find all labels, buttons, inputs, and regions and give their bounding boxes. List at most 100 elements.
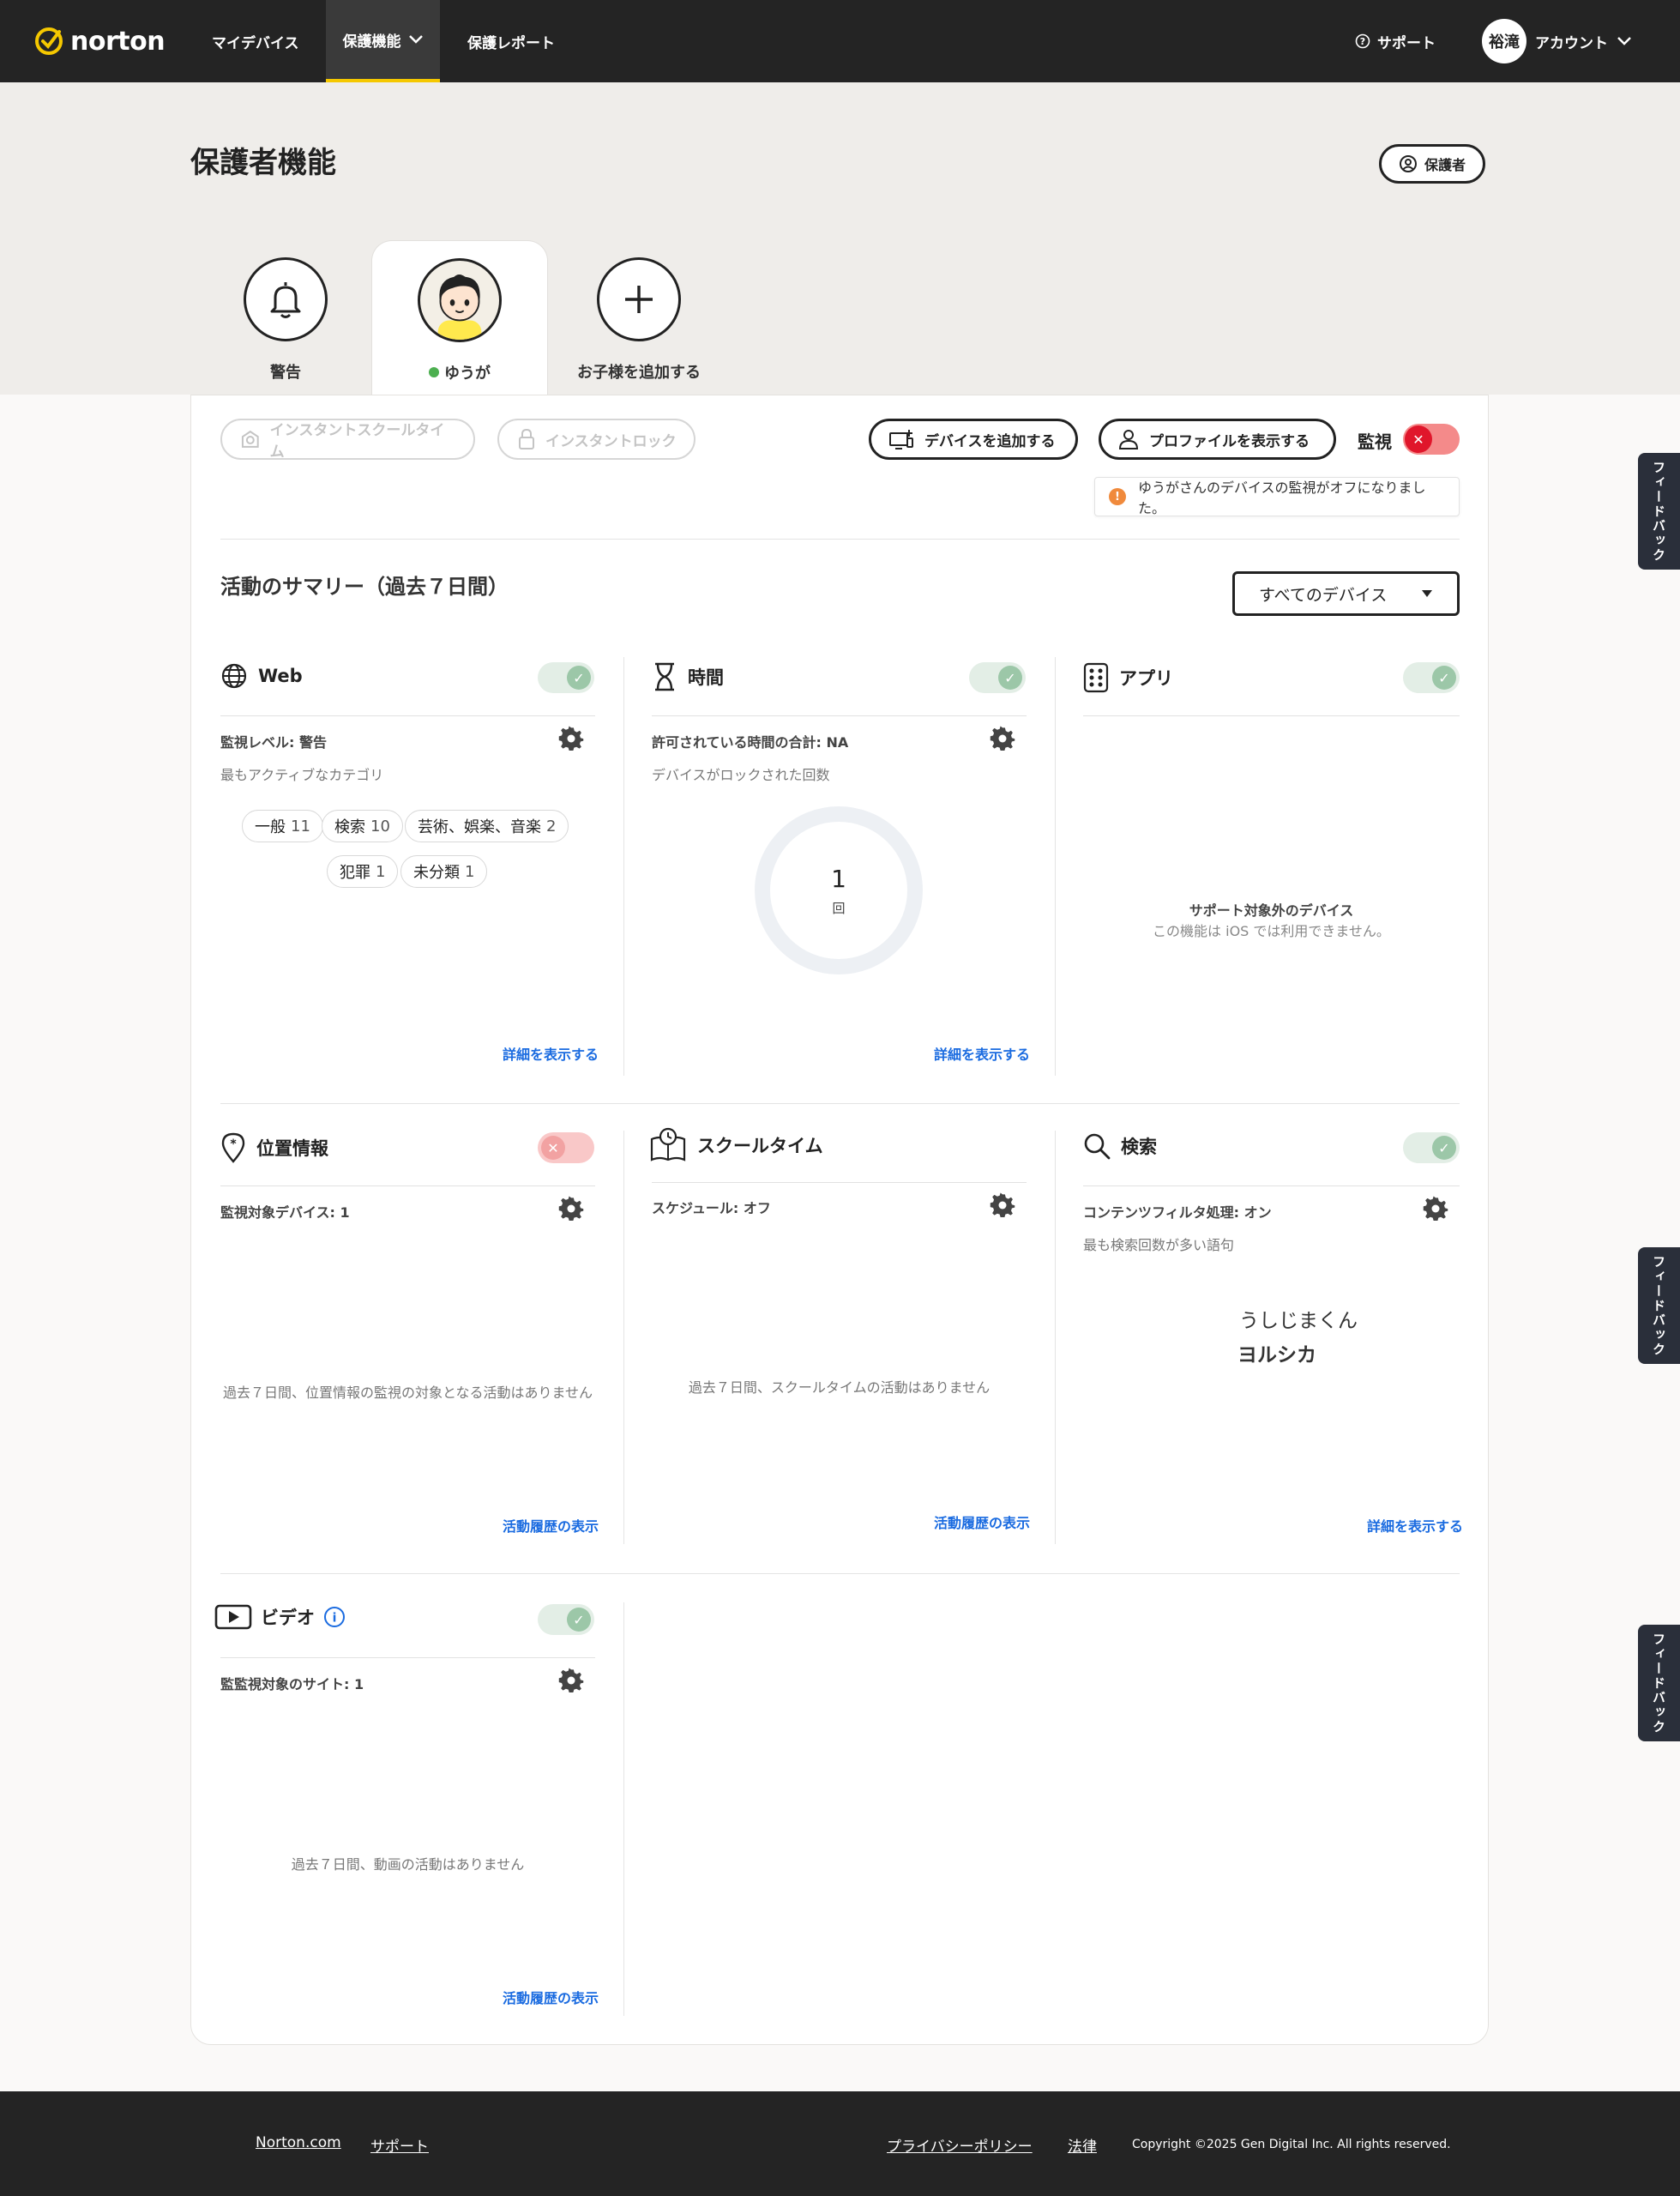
web-toggle[interactable]: ✓ (538, 662, 594, 693)
svg-text:?: ? (1360, 36, 1365, 47)
norton-logo[interactable]: norton (34, 24, 166, 58)
search-toggle[interactable]: ✓ (1403, 1132, 1460, 1163)
add-device-label: デバイスを追加する (924, 432, 1056, 450)
school-history-link[interactable]: 活動履歴の表示 (934, 1511, 1030, 1532)
instant-school-time-button[interactable]: インスタントスクールタイム (220, 419, 475, 461)
view-profile-button[interactable]: プロファイルを表示する (1099, 419, 1336, 460)
footer-link-privacy[interactable]: プライバシーポリシー (887, 2134, 1033, 2156)
check-icon: ✓ (567, 666, 591, 690)
add-device-button[interactable]: デバイスを追加する (869, 419, 1078, 460)
search-icon (1084, 1133, 1111, 1160)
divider (652, 715, 1027, 716)
gear-icon[interactable] (990, 1192, 1015, 1218)
instant-lock-label: インスタントロック (545, 432, 677, 450)
time-toggle[interactable]: ✓ (969, 662, 1026, 693)
time-details-link[interactable]: 詳細を表示する (934, 1043, 1030, 1064)
video-play-icon (214, 1604, 252, 1630)
web-category-chip: 芸術、娯楽、音楽 2 (405, 810, 569, 842)
web-category-chip: 検索 10 (322, 810, 403, 842)
time-allowed: 許可されている時間の合計: NA (652, 734, 849, 751)
location-toggle[interactable]: ✕ (538, 1132, 594, 1163)
search-filter: コンテンツフィルタ処理: オン (1083, 1204, 1272, 1221)
close-icon: ✕ (1405, 425, 1432, 453)
feedback-tab[interactable]: フィードバック (1638, 1247, 1680, 1364)
apps-title: アプリ (1119, 668, 1173, 689)
child-name: ゆうが (444, 365, 491, 383)
info-icon[interactable]: i (323, 1606, 346, 1628)
apps-card-title: アプリ (1083, 662, 1173, 693)
instant-school-time-label: インスタントスクールタイム (269, 422, 445, 461)
warning-text: ゆうがさんのデバイスの監視がオフになりました。 (1138, 480, 1426, 516)
web-details-link[interactable]: 詳細を表示する (503, 1043, 599, 1064)
footer-link-norton[interactable]: Norton.com (256, 2134, 341, 2151)
svg-text:i: i (333, 1612, 337, 1626)
norton-check-icon (35, 27, 63, 55)
location-history-link[interactable]: 活動履歴の表示 (503, 1515, 599, 1535)
nav-reports[interactable]: 保護レポート (467, 0, 555, 82)
divider (1083, 715, 1460, 716)
tab-alerts[interactable]: 警告 (200, 240, 371, 395)
footer-link-legal[interactable]: 法律 (1068, 2134, 1097, 2156)
device-filter-select[interactable]: すべてのデバイス (1232, 571, 1460, 616)
feedback-tab[interactable]: フィードバック (1638, 453, 1680, 570)
tab-child-yuga[interactable]: ゆうが (371, 240, 548, 395)
divider (652, 1182, 1027, 1183)
school-title: スクールタイム (697, 1136, 823, 1156)
time-title: 時間 (688, 667, 724, 688)
gear-icon[interactable] (1423, 1196, 1448, 1222)
school-empty: 過去７日間、スクールタイムの活動はありません (688, 1379, 991, 1396)
account-label: アカウント (1535, 34, 1608, 52)
tab-add-child[interactable]: お子様を追加する (553, 240, 725, 395)
video-toggle[interactable]: ✓ (538, 1604, 594, 1635)
gear-icon[interactable] (558, 726, 584, 751)
search-details-link[interactable]: 詳細を表示する (1367, 1515, 1463, 1535)
video-card-title: ビデオ i (214, 1604, 346, 1630)
divider (623, 1602, 624, 2016)
account-avatar: 裕滝 (1482, 19, 1526, 63)
close-icon: ✕ (541, 1136, 565, 1160)
nav-protection[interactable]: 保護機能 (326, 0, 440, 82)
add-device-icon (889, 430, 913, 449)
web-category-chip: 犯罪 1 (327, 855, 399, 888)
monitor-label: 監視 (1358, 431, 1392, 452)
chevron-down-icon (1617, 37, 1631, 45)
apps-unsupported-title: サポート対象外のデバイス (1189, 902, 1354, 919)
apps-toggle[interactable]: ✓ (1403, 662, 1460, 693)
video-empty: 過去７日間、動画の活動はありません (291, 1856, 525, 1873)
gear-icon[interactable] (558, 1668, 584, 1693)
hourglass-icon (655, 662, 674, 691)
video-history-link[interactable]: 活動履歴の表示 (503, 1987, 599, 2007)
divider (623, 657, 624, 1076)
nav-support-label: サポート (1377, 34, 1436, 52)
location-title: 位置情報 (256, 1138, 328, 1159)
search-term: うしじまくん (1239, 1310, 1358, 1332)
feedback-tab[interactable]: フィードバック (1638, 1625, 1680, 1741)
school-time-icon (241, 430, 259, 448)
add-child-circle (597, 257, 681, 341)
gear-icon[interactable] (990, 726, 1015, 751)
instant-lock-button[interactable]: インスタントロック (497, 419, 695, 460)
view-profile-label: プロファイルを表示する (1149, 432, 1310, 450)
footer-copyright: Copyright ©2025 Gen Digital Inc. All rig… (1132, 2138, 1451, 2151)
monitor-toggle[interactable]: ✕ (1403, 424, 1460, 455)
footer-link-support[interactable]: サポート (370, 2134, 429, 2156)
location-devices: 監視対象デバイス: 1 (220, 1204, 350, 1221)
alerts-circle (244, 257, 328, 341)
guardian-button[interactable]: 保護者 (1379, 144, 1485, 184)
web-title: Web (258, 666, 303, 686)
divider (220, 1103, 1460, 1104)
account-menu[interactable]: 裕滝 アカウント (1482, 0, 1632, 82)
add-child-label: お子様を追加する (577, 364, 701, 382)
globe-icon (221, 663, 247, 689)
nav-support[interactable]: ? サポート (1355, 0, 1436, 82)
main-card (190, 395, 1489, 2045)
divider (220, 1185, 595, 1186)
divider (220, 539, 1460, 540)
time-lock-note: デバイスがロックされた回数 (652, 767, 830, 783)
device-filter-value: すべてのデバイス (1259, 585, 1388, 605)
gear-icon[interactable] (558, 1196, 584, 1222)
divider (1055, 1131, 1056, 1544)
check-icon: ✓ (1432, 666, 1456, 690)
top-nav: norton マイデバイス 保護機能 保護レポート ? サポート 裕滝 アカウン… (0, 0, 1680, 82)
nav-my-devices[interactable]: マイデバイス (212, 0, 299, 82)
